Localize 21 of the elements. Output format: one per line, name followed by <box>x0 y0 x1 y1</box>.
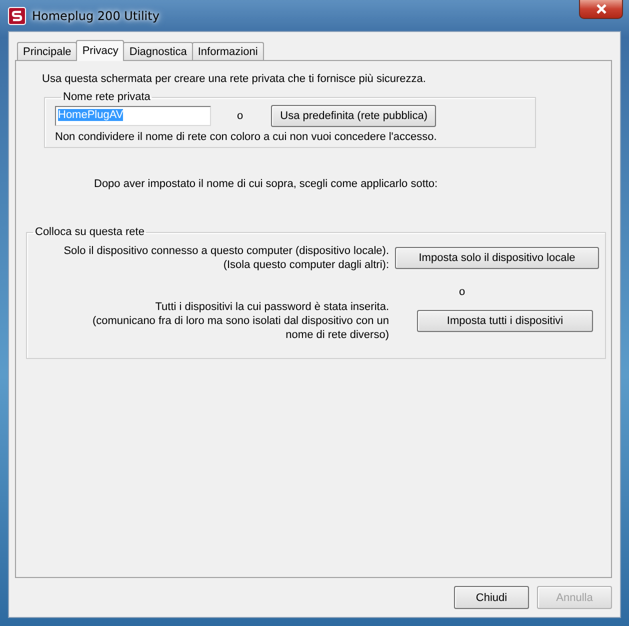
option-description: Tutti i dispositivi la cui password è stata inserita. (comunicano fra di loro ma sono isolati dal dispositivo con un nome di rete diverso) <box>91 300 389 342</box>
separator-text: o <box>459 286 466 298</box>
tab[interactable]: Informazioni <box>192 42 264 60</box>
close-button[interactable] <box>579 0 623 19</box>
group-title: Nome rete privata <box>62 91 152 103</box>
option-description: Solo il dispositivo connesso a questo computer (dispositivo locale). (Isola questo computer dagli altri): <box>62 244 389 272</box>
window-title: Homeplug 200 Utility <box>32 8 160 22</box>
instruction-text: Dopo aver impostato il nome di cui sopra, scegli come applicarlo sotto: <box>94 178 439 190</box>
app-logo-icon <box>8 6 26 24</box>
close-icon <box>596 4 606 14</box>
tab[interactable]: Diagnostica <box>123 42 193 60</box>
separator-text: o <box>237 110 244 122</box>
tab[interactable]: Principale <box>17 42 78 60</box>
warning-text: Non condividere il nome di rete con coloro a cui non vuoi concedere l'accesso. <box>55 131 438 143</box>
dialog-button[interactable]: Chiudi <box>454 586 529 609</box>
apply-button[interactable]: Imposta tutti i dispositivi <box>417 310 593 332</box>
default-button[interactable]: Usa predefinita (rete pubblica) <box>271 105 436 127</box>
tab[interactable]: Privacy <box>76 40 124 61</box>
group-title: Colloca su questa rete <box>34 226 146 238</box>
intro-text: Usa questa schermata per creare una rete privata che ti fornisce più sicurezza. <box>42 73 427 85</box>
apply-button[interactable]: Imposta solo il dispositivo locale <box>395 247 599 269</box>
